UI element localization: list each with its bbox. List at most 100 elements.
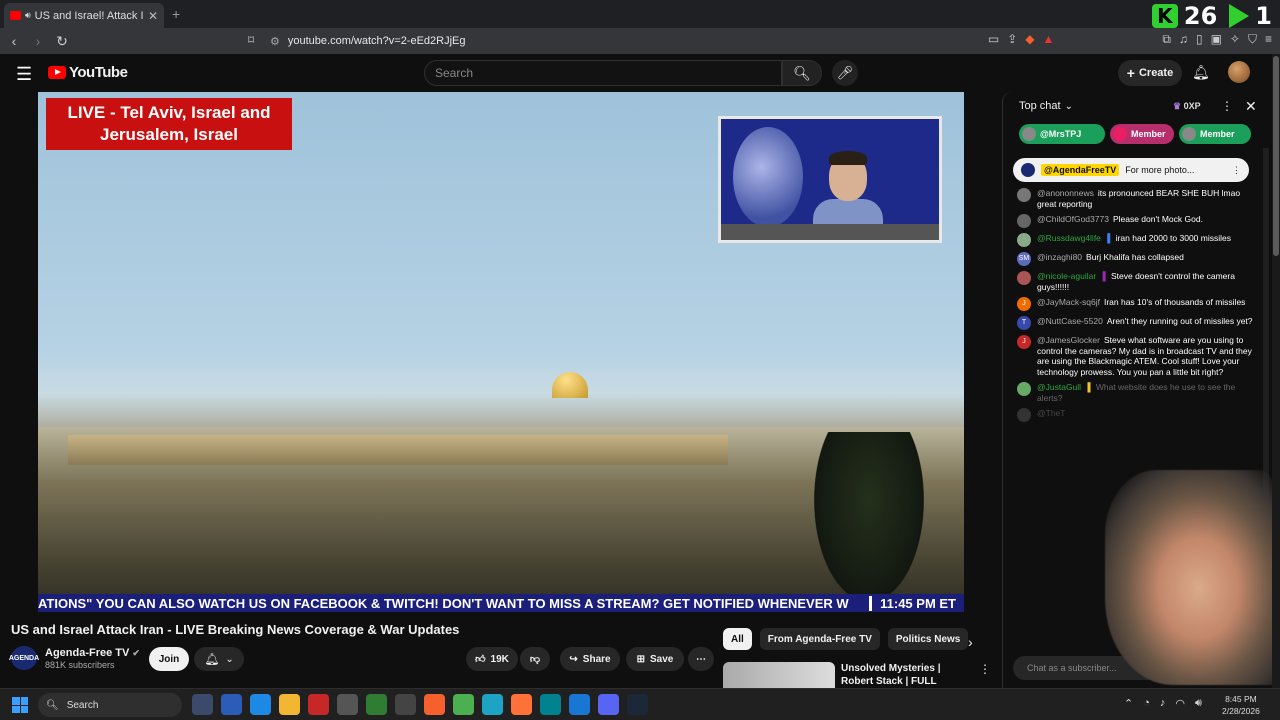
ticker-item[interactable]: @MrsTPJ xyxy=(1019,124,1105,144)
steam-icon[interactable] xyxy=(627,694,648,715)
ticker-text: ATIONS" YOU CAN ALSO WATCH US ON FACEBOO… xyxy=(38,595,849,611)
chat-message[interactable]: SM @inzaghi80 Burj Khalifa has collapsed xyxy=(1013,252,1253,266)
ticker-item[interactable]: Member xyxy=(1110,124,1174,144)
brave-rewards-icon[interactable]: ▲ xyxy=(1042,32,1054,47)
search-input[interactable]: Search xyxy=(424,60,782,86)
xp-badge[interactable]: ♛ 0XP xyxy=(1173,101,1201,112)
app-icon[interactable] xyxy=(540,694,561,715)
more-vert-icon[interactable]: ⋮ xyxy=(1232,165,1241,176)
new-tab-icon[interactable]: + xyxy=(172,6,180,22)
chat-ticker-row: @MrsTPJ Member Member xyxy=(1019,124,1251,144)
volume-icon[interactable]: 🔊︎ xyxy=(1195,697,1202,710)
chat-message[interactable]: J @JamesGlocker Steve what software are y… xyxy=(1013,335,1253,377)
cast-icon[interactable]: ▭ xyxy=(988,32,999,47)
chrome-icon[interactable] xyxy=(453,694,474,715)
taskbar-search[interactable]: 🔍︎ Search xyxy=(38,693,182,717)
crown-icon: ♛ xyxy=(1173,101,1182,111)
chat-message[interactable]: @nicole-aguilar ▌ Steve doesn't control … xyxy=(1013,271,1253,292)
chat-message[interactable]: @JustaGull ▌ What website does he use to… xyxy=(1013,382,1253,403)
chat-message[interactable]: @ChildOfGod3773 Please don't Mock God. xyxy=(1013,214,1253,228)
video-player[interactable]: LIVE - Tel Aviv, Israel and Jerusalem, I… xyxy=(38,92,964,612)
sidebar-icon[interactable]: ▯ xyxy=(1196,32,1203,47)
bookmark-icon[interactable]: ⌑ xyxy=(248,33,254,47)
youtube-logo[interactable]: YouTube xyxy=(48,64,128,81)
close-chat-icon[interactable]: ✕ xyxy=(1245,98,1257,115)
tab-close-icon[interactable]: ✕ xyxy=(148,9,158,23)
page-scrollbar[interactable] xyxy=(1272,54,1280,688)
vpn-icon[interactable]: ⛉ xyxy=(1248,32,1257,47)
media-icon[interactable]: ♫ xyxy=(1179,32,1188,47)
more-actions-button[interactable]: ⋯ xyxy=(688,647,714,671)
forward-icon[interactable]: › xyxy=(28,33,48,49)
plus-icon: + xyxy=(1126,65,1135,81)
channel-name[interactable]: Agenda-Free TV ✔ xyxy=(45,647,140,659)
subscription-bell-button[interactable]: 🔔︎ ⌄ xyxy=(194,647,244,671)
chat-mode-selector[interactable]: Top chat ⌄ xyxy=(1019,100,1073,112)
chat-more-icon[interactable]: ⋮ xyxy=(1221,99,1233,113)
file-explorer-icon[interactable] xyxy=(279,694,300,715)
wifi-icon[interactable]: ◠ xyxy=(1175,697,1185,710)
app-icon[interactable] xyxy=(395,694,416,715)
chat-avatar: J xyxy=(1017,335,1031,349)
share-icon[interactable]: ⇪ xyxy=(1007,32,1017,47)
extension-icon[interactable]: ⧉ xyxy=(1162,32,1171,47)
recommended-thumbnail[interactable] xyxy=(723,662,835,688)
brave-shield-icon[interactable]: ◆ xyxy=(1025,32,1034,47)
task-view-icon[interactable] xyxy=(192,694,213,715)
vscode-icon[interactable] xyxy=(569,694,590,715)
user-avatar[interactable] xyxy=(1228,61,1250,83)
address-bar[interactable]: ⚙ youtube.com/watch?v=2-eEd2RJjEg xyxy=(270,32,990,50)
more-vert-icon[interactable]: ⋮ xyxy=(979,662,991,688)
chevron-up-icon[interactable]: ⌃ xyxy=(1124,697,1133,710)
chip-all[interactable]: All xyxy=(723,628,752,650)
menu-icon[interactable]: ≡ xyxy=(1265,32,1272,47)
chat-message[interactable]: @TheT xyxy=(1013,408,1253,422)
app-icon[interactable] xyxy=(337,694,358,715)
like-button[interactable]: 👍︎ 19K xyxy=(466,647,518,671)
network-icon[interactable]: ◔ xyxy=(1143,697,1150,710)
edge-icon[interactable] xyxy=(482,694,503,715)
reload-icon[interactable]: ↻ xyxy=(52,33,72,50)
taskbar-clock[interactable]: 8:45 PM 2/28/2026 xyxy=(1222,693,1260,717)
leo-icon[interactable]: ✧ xyxy=(1230,32,1240,47)
system-tray: ⌃ ◔ ♪ ◠ 🔊︎ xyxy=(1124,697,1202,710)
join-button[interactable]: Join xyxy=(149,647,189,671)
browser-tab[interactable]: 🔊︎ US and Israel! Attack Iran - LIV ✕ xyxy=(4,3,164,28)
windows-start-icon[interactable] xyxy=(12,697,28,713)
app-icon[interactable] xyxy=(250,694,271,715)
create-button[interactable]: + Create xyxy=(1118,60,1182,86)
share-button[interactable]: ↪ Share xyxy=(560,647,620,671)
brave-icon[interactable] xyxy=(424,694,445,715)
voice-search-button[interactable]: 🎤︎ xyxy=(832,60,858,86)
chat-message[interactable]: @anononnews its pronounced BEAR SHE BUH l… xyxy=(1013,188,1253,209)
chat-message[interactable]: T @NuttCase-5520 Aren't they running out … xyxy=(1013,316,1253,330)
dislike-button[interactable]: 👎︎ xyxy=(520,647,550,671)
chevron-right-icon[interactable]: › xyxy=(968,634,973,650)
back-icon[interactable]: ‹ xyxy=(4,33,24,49)
app-icon[interactable] xyxy=(308,694,329,715)
notifications-bell-icon[interactable]: 🔔︎ xyxy=(1192,64,1210,81)
mic-tray-icon[interactable]: ♪ xyxy=(1160,697,1166,710)
chat-avatar: SM xyxy=(1017,252,1031,266)
streamer-webcam-overlay xyxy=(1105,470,1275,685)
chip-from-channel[interactable]: From Agenda-Free TV xyxy=(759,628,880,650)
recommended-title[interactable]: Unsolved Mysteries | Robert Stack | FULL… xyxy=(841,662,971,700)
chevron-down-icon: ⌄ xyxy=(1064,100,1073,112)
wallet-icon[interactable]: ▣ xyxy=(1211,32,1222,47)
chat-message[interactable]: @Russdawg4life ▌ iran had 2000 to 3000 m… xyxy=(1013,233,1253,247)
ticker-item[interactable]: Member xyxy=(1179,124,1251,144)
recommended-video[interactable]: Unsolved Mysteries | Robert Stack | FULL… xyxy=(723,662,993,700)
chat-message[interactable]: J @JayMack-sq6jf Iran has 10's of thousan… xyxy=(1013,297,1253,311)
save-button[interactable]: ⊞ Save xyxy=(626,647,684,671)
hamburger-menu-icon[interactable]: ☰ xyxy=(16,64,32,85)
search-button[interactable]: 🔍︎ xyxy=(782,60,822,86)
chat-messages: @anononnews its pronounced BEAR SHE BUH l… xyxy=(1013,188,1253,427)
app-icon[interactable] xyxy=(221,694,242,715)
pinned-message[interactable]: @AgendaFreeTV For more photo... ⋮ xyxy=(1013,158,1249,182)
firefox-icon[interactable] xyxy=(511,694,532,715)
app-icon[interactable] xyxy=(366,694,387,715)
channel-avatar[interactable]: AGENDA xyxy=(9,646,39,670)
site-info-icon[interactable]: ⚙ xyxy=(270,35,280,48)
discord-icon[interactable] xyxy=(598,694,619,715)
chip-politics-news[interactable]: Politics News xyxy=(887,628,969,650)
